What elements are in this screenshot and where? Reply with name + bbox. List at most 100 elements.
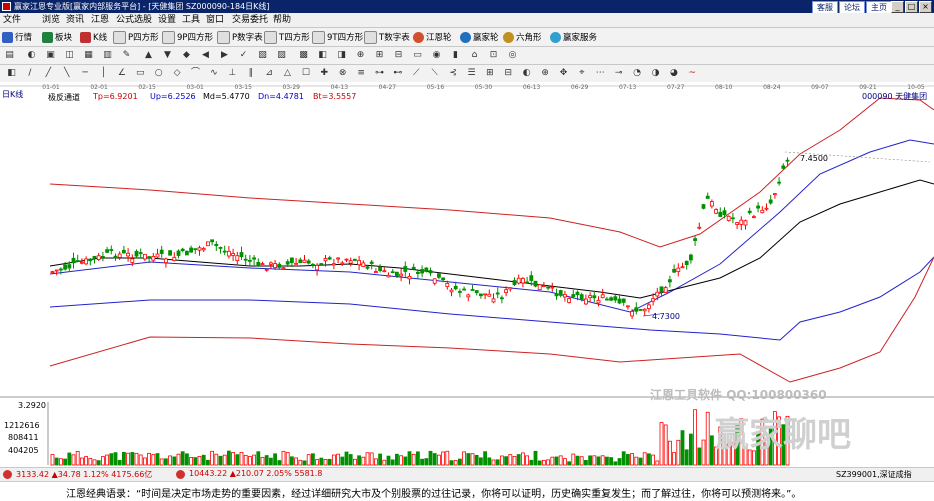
sector-button[interactable]: 板块 <box>42 30 72 44</box>
9t-square-button[interactable]: 9T四方形 <box>312 30 363 44</box>
gann-wheel-button[interactable]: 江恩轮 <box>413 30 452 44</box>
tool-icon[interactable]: ◨ <box>336 50 347 61</box>
draw-tool-icon[interactable]: ○ <box>153 68 164 79</box>
t-square-button[interactable]: T四方形 <box>264 30 310 44</box>
draw-tool-icon[interactable]: ≡ <box>356 68 367 79</box>
draw-tool-icon[interactable]: │ <box>98 68 109 79</box>
volume-bar <box>605 456 609 466</box>
draw-tool-icon[interactable]: ─ <box>80 68 91 79</box>
quote-button[interactable]: 行情 <box>2 30 32 44</box>
draw-tool-icon[interactable]: ∠ <box>116 68 127 79</box>
tool-icon[interactable]: ▦ <box>83 50 94 61</box>
draw-tool-icon[interactable]: ⊿ <box>264 68 275 79</box>
menu-info[interactable]: 资讯 <box>66 13 84 27</box>
draw-tool-icon[interactable]: ∿ <box>208 68 219 79</box>
tool-icon[interactable]: ⊡ <box>488 50 499 61</box>
tool-icon[interactable]: ◆ <box>181 50 192 61</box>
candle-body <box>651 298 655 302</box>
p-table-button[interactable]: P数字表 <box>217 30 263 44</box>
draw-tool-icon[interactable]: △ <box>282 68 293 79</box>
tool-icon[interactable]: ◧ <box>317 50 328 61</box>
tool-icon[interactable]: ▥ <box>102 50 113 61</box>
tool-icon[interactable]: ▤ <box>4 50 15 61</box>
winner-wheel-button[interactable]: 赢家轮 <box>460 30 499 44</box>
draw-tool-icon[interactable]: ◐ <box>521 68 532 79</box>
draw-tool-icon[interactable]: ⊷ <box>392 68 403 79</box>
tool-icon[interactable]: ◫ <box>64 50 75 61</box>
draw-tool-icon[interactable]: ∥ <box>245 68 256 79</box>
menu-gann[interactable]: 江恩 <box>91 13 109 27</box>
draw-tool-icon[interactable]: ⟋ <box>411 68 422 79</box>
draw-tool-icon[interactable]: ⊕ <box>540 68 551 79</box>
tool-icon[interactable]: ▶ <box>219 50 230 61</box>
menu-browse[interactable]: 浏览 <box>42 13 60 27</box>
draw-tool-icon[interactable]: ◑ <box>650 68 661 79</box>
square-icon <box>264 30 277 44</box>
tool-icon[interactable]: ▲ <box>143 50 154 61</box>
tool-icon[interactable]: ◀ <box>200 50 211 61</box>
draw-tool-icon[interactable]: ◕ <box>668 68 679 79</box>
draw-tool-icon[interactable]: ✥ <box>558 68 569 79</box>
kline-chart[interactable]: 01-01 02-01 02-15 03-01 03-15 03-29 04-13 04-27… <box>0 82 934 468</box>
tool-icon[interactable]: ⊟ <box>393 50 404 61</box>
draw-tool-icon[interactable]: ~ <box>687 68 698 79</box>
draw-tool-icon[interactable]: ⌒ <box>190 68 201 79</box>
maximize-button[interactable]: □ <box>905 1 918 13</box>
draw-tool-icon[interactable]: ⊗ <box>337 68 348 79</box>
draw-tool-icon[interactable]: ⟍ <box>429 68 440 79</box>
draw-tool-icon[interactable]: ⊟ <box>503 68 514 79</box>
menu-formula[interactable]: 公式选股 <box>116 13 152 27</box>
tool-icon[interactable]: ◐ <box>26 50 37 61</box>
tool-icon[interactable]: ✓ <box>238 50 249 61</box>
draw-tool-icon[interactable]: ⊥ <box>227 68 238 79</box>
tool-icon[interactable]: ◉ <box>431 50 442 61</box>
tool-icon[interactable]: ▭ <box>412 50 423 61</box>
sz-index-info: 10443.22 ▲210.07 2.05% 5581.8 <box>189 469 323 478</box>
draw-tool-icon[interactable]: ✚ <box>319 68 330 79</box>
tool-icon[interactable]: ▩ <box>298 50 309 61</box>
tool-icon[interactable]: ▨ <box>276 50 287 61</box>
draw-tool-icon[interactable]: / <box>24 68 35 79</box>
tool-icon[interactable]: ✎ <box>121 50 132 61</box>
draw-tool-icon[interactable]: ◇ <box>172 68 183 79</box>
minimize-button[interactable]: _ <box>891 1 904 13</box>
draw-tool-icon[interactable]: ⊸ <box>613 68 624 79</box>
tool-icon[interactable]: ◎ <box>507 50 518 61</box>
candle-body <box>731 217 735 220</box>
tool-icon[interactable]: ▣ <box>45 50 56 61</box>
tool-icon[interactable]: ▮ <box>450 50 461 61</box>
draw-tool-icon[interactable]: ◔ <box>632 68 643 79</box>
kline-button[interactable]: K线 <box>80 30 107 44</box>
draw-tool-icon[interactable]: ◧ <box>6 68 17 79</box>
draw-tool-icon[interactable]: ⋯ <box>595 68 606 79</box>
9p-square-button[interactable]: 9P四方形 <box>162 30 213 44</box>
service-button[interactable]: 赢家服务 <box>550 30 597 44</box>
tool-icon[interactable]: ⌂ <box>469 50 480 61</box>
menu-help[interactable]: 帮助 <box>273 13 291 27</box>
menu-tools[interactable]: 工具 <box>182 13 200 27</box>
draw-tool-icon[interactable]: ╱ <box>43 68 54 79</box>
draw-tool-icon[interactable]: ⊶ <box>374 68 385 79</box>
menu-trade[interactable]: 交易委托 <box>232 13 268 27</box>
tool-icon[interactable]: ▧ <box>257 50 268 61</box>
draw-tool-icon[interactable]: ☰ <box>466 68 477 79</box>
t-table-button[interactable]: T数字表 <box>364 30 410 44</box>
volume-bar <box>247 456 252 466</box>
menu-file[interactable]: 文件 <box>3 13 21 27</box>
draw-tool-icon[interactable]: ☐ <box>300 68 311 79</box>
close-button[interactable]: × <box>919 1 932 13</box>
draw-tool-icon[interactable]: ⊰ <box>448 68 459 79</box>
index-code: SZ399001,深证成指 <box>836 470 912 479</box>
draw-tool-icon[interactable]: ⌖ <box>576 68 587 79</box>
draw-tool-icon[interactable]: ▭ <box>135 68 146 79</box>
volume-bar <box>584 459 588 466</box>
draw-tool-icon[interactable]: ⊞ <box>484 68 495 79</box>
hexagon-button[interactable]: 六角形 <box>503 30 542 44</box>
menu-window[interactable]: 窗口 <box>206 13 224 27</box>
tool-icon[interactable]: ▼ <box>162 50 173 61</box>
p-square-button[interactable]: P四方形 <box>113 30 159 44</box>
tool-icon[interactable]: ⊕ <box>355 50 366 61</box>
menu-settings[interactable]: 设置 <box>158 13 176 27</box>
tool-icon[interactable]: ⊞ <box>374 50 385 61</box>
draw-tool-icon[interactable]: ╲ <box>61 68 72 79</box>
